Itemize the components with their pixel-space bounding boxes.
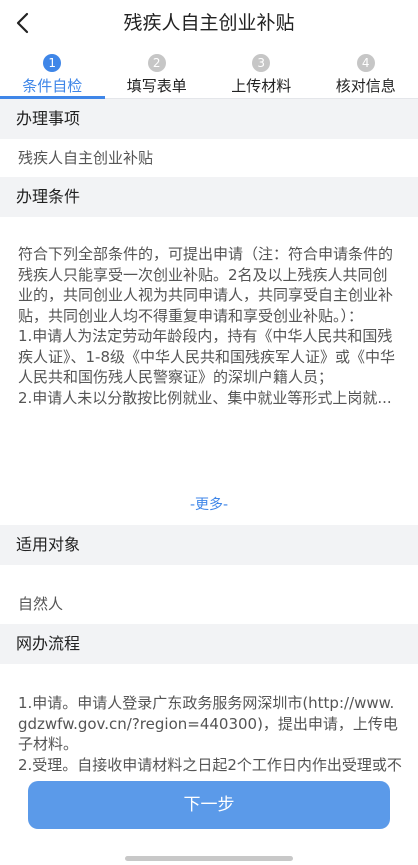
section-header-conditions: 办理条件 [0,177,418,217]
step-label: 填写表单 [126,77,187,95]
step-number: 3 [252,54,271,72]
step-number: 1 [43,54,62,72]
step-tabs: 1 条件自检 2 填写表单 3 上传材料 4 核对信息 [0,52,418,99]
step-number: 4 [356,54,375,72]
next-step-button[interactable]: 下一步 [28,781,390,829]
step-tab-4[interactable]: 4 核对信息 [314,52,418,98]
step-tab-1[interactable]: 1 条件自检 [0,52,105,99]
navigation-bar: 残疾人自主创业补贴 [0,0,418,46]
section-header-item: 办理事项 [0,99,418,139]
section-header-target: 适用对象 [0,525,418,565]
step-tab-2[interactable]: 2 填写表单 [105,52,210,98]
step-number: 2 [147,54,166,72]
step-label: 核对信息 [335,77,396,95]
process-text: 1.申请。申请人登录广东政务服务网深圳市(http://www.gdzwfw.g… [18,694,402,777]
page-title: 残疾人自主创业补贴 [123,12,295,34]
conditions-text: 符合下列全部条件的，可提出申请（注：符合申请条件的残疾人只能享受一次创业补贴。2… [18,245,396,407]
more-link[interactable]: -更多- [0,494,418,514]
step-tab-3[interactable]: 3 上传材料 [209,52,314,98]
step-label: 上传材料 [231,77,292,95]
step-label: 条件自检 [22,77,83,95]
target-value: 自然人 [18,595,64,613]
item-value: 残疾人自主创业补贴 [18,149,154,167]
section-header-process: 网办流程 [0,624,418,664]
home-indicator [125,856,293,861]
